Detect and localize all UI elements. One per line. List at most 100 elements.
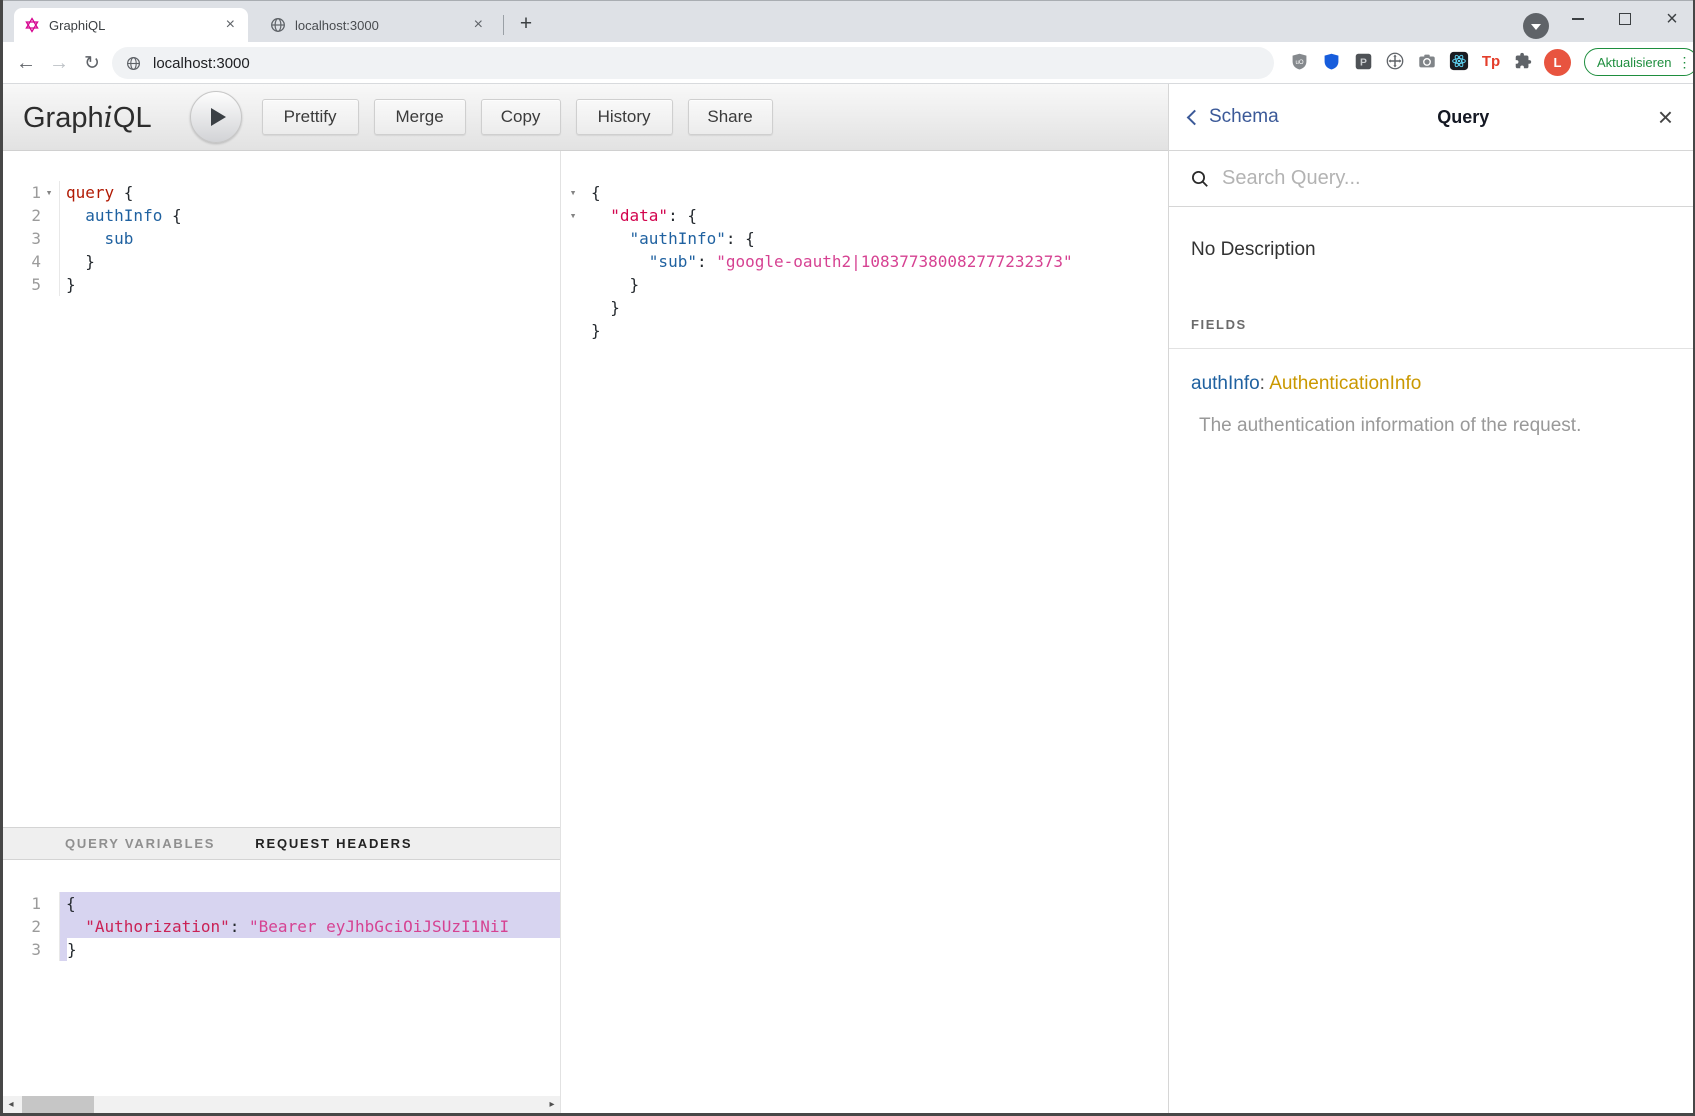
scroll-right-icon[interactable]: ▸ (544, 1096, 560, 1113)
doc-back-label: Schema (1209, 106, 1279, 128)
code-line[interactable]: 5} (3, 273, 560, 296)
reload-button[interactable]: ↻ (78, 49, 106, 77)
code-text: { (60, 892, 560, 915)
fold-spacer (565, 250, 581, 273)
graphiql-topbar: GraphiQL Prettify Merge Copy History Sha… (3, 84, 1168, 151)
forward-button[interactable]: → (45, 49, 73, 77)
fold-spacer (41, 938, 57, 961)
doc-search-input[interactable] (1220, 166, 1671, 191)
address-input[interactable] (151, 54, 1260, 73)
line-number: 2 (3, 204, 41, 227)
download-indicator[interactable] (1523, 13, 1549, 39)
close-window-button[interactable]: × (1654, 4, 1690, 34)
fold-spacer (41, 915, 57, 938)
code-line[interactable]: 2 authInfo { (3, 204, 560, 227)
scroll-left-icon[interactable]: ◂ (3, 1096, 19, 1113)
back-button[interactable]: ← (12, 49, 40, 77)
fields-heading: FIELDS (1191, 317, 1693, 332)
letter-p-extension-icon[interactable]: P (1352, 50, 1374, 72)
fold-spacer (41, 204, 57, 227)
gutter: ▾ (561, 204, 585, 227)
gutter (561, 296, 585, 319)
search-icon (1191, 170, 1209, 188)
fold-spacer (41, 250, 57, 273)
selection-remnant (60, 938, 67, 961)
tab-localhost[interactable]: localhost:3000 × (260, 8, 496, 42)
share-button[interactable]: Share (688, 99, 773, 135)
code-line[interactable]: 1▾query { (3, 181, 560, 204)
gutter: 3 (3, 227, 60, 250)
chevron-left-icon (1187, 110, 1203, 126)
prettify-button[interactable]: Prettify (262, 99, 359, 135)
play-icon (211, 108, 226, 126)
no-description-text: No Description (1191, 239, 1671, 261)
horizontal-scrollbar[interactable]: ◂ ▸ (3, 1096, 560, 1113)
gutter (561, 273, 585, 296)
line-number: 2 (3, 915, 41, 938)
field-name-link[interactable]: authInfo (1191, 373, 1260, 394)
tab-request-headers[interactable]: REQUEST HEADERS (255, 836, 412, 851)
svg-text:uO: uO (1295, 60, 1303, 66)
fold-spacer (565, 227, 581, 250)
code-text: sub (60, 227, 560, 250)
doc-title: Query (1279, 107, 1648, 128)
more-options-icon: ⋮ (1677, 54, 1691, 71)
aktualisieren-button[interactable]: Aktualisieren ⋮ (1584, 48, 1695, 76)
address-bar[interactable] (112, 47, 1274, 79)
tab-strip: GraphiQL × localhost:3000 × + × (0, 0, 1695, 42)
line-number: 1 (3, 181, 41, 204)
fold-arrow-icon[interactable]: ▾ (565, 204, 581, 227)
fold-spacer (565, 319, 581, 342)
doc-explorer-header: Schema Query × (1169, 84, 1693, 151)
camera-icon[interactable] (1416, 50, 1438, 72)
editor-column: 1▾query {2 authInfo {3 sub4 }5} QUERY VA… (3, 151, 560, 1113)
bitwarden-shield-icon[interactable] (1320, 50, 1342, 72)
divider (1169, 348, 1693, 349)
tab-close-icon[interactable]: × (223, 17, 238, 33)
fold-arrow-icon[interactable]: ▾ (41, 181, 57, 204)
maximize-button[interactable] (1607, 4, 1643, 34)
gutter: 2 (3, 204, 60, 227)
headers-editor[interactable]: 1{2 "Authorization": "Bearer eyJhbGciOiJ… (3, 860, 560, 1113)
history-button[interactable]: History (576, 99, 673, 135)
merge-button[interactable]: Merge (374, 99, 466, 135)
gutter: 2 (3, 915, 60, 938)
tp-extension-icon[interactable]: Tp (1480, 50, 1502, 72)
shield-extension-icon[interactable]: uO (1288, 50, 1310, 72)
query-editor[interactable]: 1▾query {2 authInfo {3 sub4 }5} (3, 151, 560, 827)
window-border (0, 0, 3, 1116)
code-line[interactable]: 3 sub (3, 227, 560, 250)
code-line[interactable]: 2 "Authorization": "Bearer eyJhbGciOiJSU… (3, 915, 560, 938)
line-number: 3 (3, 938, 41, 961)
tab-close-icon[interactable]: × (471, 17, 486, 33)
aktualisieren-label: Aktualisieren (1597, 55, 1671, 70)
doc-back-link[interactable]: Schema (1189, 106, 1279, 128)
profile-avatar[interactable]: L (1544, 49, 1571, 76)
react-devtools-icon[interactable] (1448, 50, 1470, 72)
gutter (561, 319, 585, 342)
new-tab-button[interactable]: + (512, 10, 540, 38)
tab-graphiql[interactable]: GraphiQL × (14, 8, 248, 42)
field-colon: : (1260, 373, 1265, 394)
code-text: } (60, 938, 560, 961)
doc-close-icon[interactable]: × (1648, 106, 1673, 128)
code-line[interactable]: 1{ (3, 892, 560, 915)
code-line[interactable]: 3} (3, 938, 560, 961)
field-type-link[interactable]: AuthenticationInfo (1269, 373, 1421, 394)
field-description: The authentication information of the re… (1199, 415, 1671, 437)
code-line[interactable]: 4 } (3, 250, 560, 273)
extensions-puzzle-icon[interactable] (1512, 50, 1534, 72)
copy-button[interactable]: Copy (481, 99, 561, 135)
secondary-editor-tabs: QUERY VARIABLES REQUEST HEADERS (3, 827, 560, 860)
fold-arrow-icon[interactable]: ▾ (565, 181, 581, 204)
doc-explorer: Schema Query × No Description FIELDS aut… (1168, 84, 1693, 1113)
gutter: ▾ (561, 181, 585, 204)
tab-separator (503, 15, 504, 35)
fold-spacer (41, 273, 57, 296)
move-crosshair-icon[interactable] (1384, 50, 1406, 72)
execute-button[interactable] (190, 91, 242, 143)
minimize-button[interactable] (1560, 4, 1596, 34)
browser-toolbar: ← → ↻ uO P (0, 42, 1695, 84)
tab-query-variables[interactable]: QUERY VARIABLES (65, 836, 215, 851)
scrollbar-thumb[interactable] (22, 1096, 94, 1113)
